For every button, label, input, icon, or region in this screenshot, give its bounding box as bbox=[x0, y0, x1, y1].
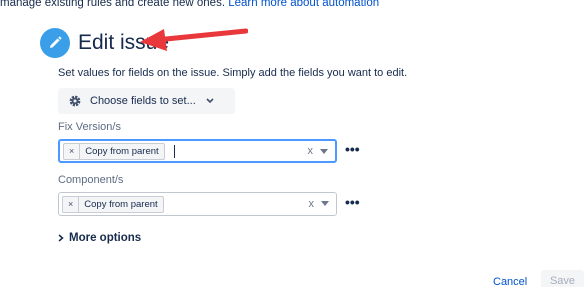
more-options-toggle[interactable]: More options bbox=[58, 232, 141, 244]
component-select[interactable]: × Copy from parent x bbox=[58, 192, 337, 216]
chip-remove-button[interactable]: × bbox=[64, 143, 81, 159]
clear-button[interactable]: x bbox=[309, 198, 315, 210]
red-arrow-icon bbox=[140, 28, 248, 51]
description-text: Set values for fields on the issue. Simp… bbox=[58, 67, 408, 79]
intro-text: manage existing rules and create new one… bbox=[0, 0, 379, 9]
clear-button[interactable]: x bbox=[308, 145, 314, 157]
fix-version-chip: × Copy from parent bbox=[63, 142, 165, 160]
dropdown-arrow-icon[interactable] bbox=[320, 149, 328, 154]
save-button[interactable]: Save bbox=[541, 270, 584, 287]
choose-fields-label: Choose fields to set... bbox=[90, 95, 196, 107]
fix-version-label: Fix Version/s bbox=[58, 121, 121, 133]
chip-label: Copy from parent bbox=[84, 198, 158, 210]
pencil-icon bbox=[40, 28, 70, 58]
component-more-button[interactable]: ••• bbox=[345, 194, 360, 210]
chip-remove-button[interactable]: × bbox=[63, 196, 80, 212]
dropdown-arrow-icon[interactable] bbox=[321, 201, 329, 206]
gear-icon bbox=[68, 94, 82, 108]
intro-message: manage existing rules and create new one… bbox=[0, 0, 226, 9]
text-caret bbox=[173, 144, 175, 158]
choose-fields-button[interactable]: Choose fields to set... bbox=[58, 88, 235, 114]
component-chip: × Copy from parent bbox=[62, 195, 164, 213]
chip-label: Copy from parent bbox=[85, 145, 159, 157]
chevron-down-icon bbox=[206, 98, 214, 104]
more-options-label: More options bbox=[69, 232, 142, 244]
learn-more-link[interactable]: Learn more about automation bbox=[228, 0, 379, 9]
component-label: Component/s bbox=[58, 174, 124, 186]
chevron-right-icon bbox=[58, 234, 64, 242]
fix-version-more-button[interactable]: ••• bbox=[345, 141, 360, 157]
cancel-button[interactable]: Cancel bbox=[493, 276, 527, 287]
fix-version-select[interactable]: × Copy from parent x bbox=[58, 139, 337, 163]
